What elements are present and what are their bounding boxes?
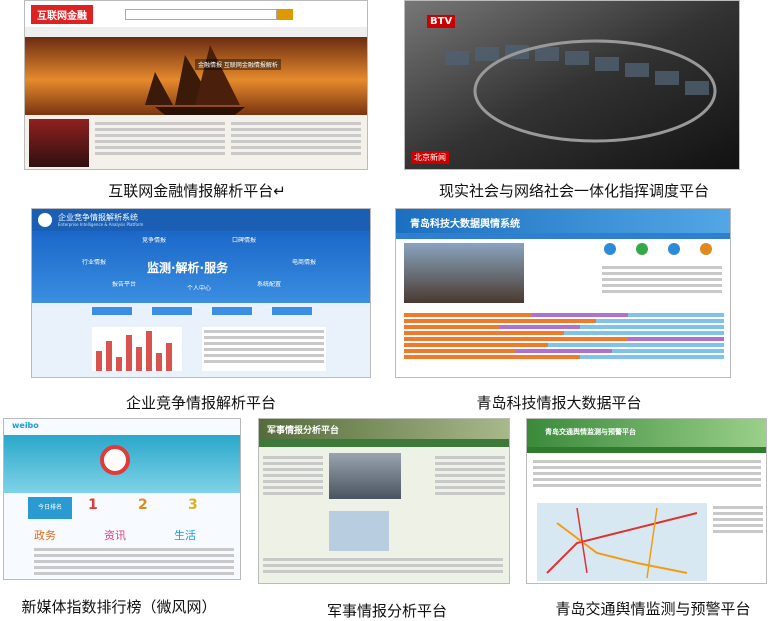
info-list <box>533 457 761 490</box>
card-today[interactable]: 今日排名 <box>28 497 72 519</box>
nav-bar[interactable] <box>259 439 509 447</box>
node-reputation[interactable]: 口碑情报 <box>232 237 256 244</box>
system-header: 青岛交通舆情监测与预警平台 <box>527 419 766 447</box>
search-box[interactable] <box>125 9 277 20</box>
card-rank-3[interactable]: 3 <box>188 497 228 519</box>
caption-internet-finance: 互联网金融情报解析平台↵ <box>108 182 286 200</box>
caption-qingdao-science: 青岛科技情报大数据平台 <box>476 394 642 412</box>
center-text: 监测·解析·服务 <box>147 261 229 275</box>
info-list <box>202 327 326 371</box>
hero-banner <box>4 435 240 493</box>
tab-news[interactable]: 资讯 <box>104 527 126 543</box>
site-logo: 互联网金融 <box>31 5 93 24</box>
news-list-1 <box>95 119 225 158</box>
news-list <box>602 263 722 296</box>
nav-bar[interactable] <box>527 447 766 453</box>
hero-banner: 金融情报 互联网金融情报解析 <box>25 37 367 115</box>
caption-enterprise-intel: 企业竞争情报解析平台 <box>125 394 276 412</box>
panel-internet-finance[interactable]: 互联网金融 金融情报 互联网金融情报解析 <box>24 0 368 170</box>
caption-qingdao-traffic: 青岛交通舆情监测与预警平台 <box>555 600 751 618</box>
map-thumb <box>329 511 389 551</box>
card-rank-1[interactable]: 1 <box>88 497 128 519</box>
news-photo <box>329 453 401 499</box>
rank-cards: 今日排名 1 2 3 <box>28 497 228 523</box>
system-logo-icon <box>38 213 52 227</box>
panel-qingdao-traffic[interactable]: 青岛交通舆情监测与预警平台 <box>526 418 767 584</box>
caption-military-intel: 军事情报分析平台 <box>326 602 447 620</box>
corner-logo: 北京新闻 <box>411 151 449 164</box>
system-title: 青岛科技大数据舆情系统 <box>410 219 520 230</box>
bottom-list <box>263 555 503 576</box>
card-rank-2[interactable]: 2 <box>138 497 178 519</box>
system-title: 军事情报分析平台 <box>267 426 340 436</box>
system-header: 企业竞争情报解析系统 Enterprise Intelligence & Ana… <box>32 209 370 231</box>
system-title: 青岛交通舆情监测与预警平台 <box>545 428 636 436</box>
tab-gov[interactable]: 政务 <box>34 527 56 543</box>
node-report[interactable]: 报告平台 <box>112 281 136 288</box>
rank-list <box>34 545 234 578</box>
ship-illustration <box>145 45 245 115</box>
news-list-2 <box>231 119 361 158</box>
right-list <box>435 453 505 498</box>
quick-icons[interactable] <box>602 243 726 259</box>
category-tabs[interactable]: 政务 资讯 生活 <box>34 527 224 543</box>
left-list <box>263 453 323 498</box>
system-header: 青岛科技大数据舆情系统 <box>396 209 730 233</box>
tab-buttons[interactable] <box>92 307 322 317</box>
news-photo <box>29 119 89 167</box>
panel-new-media[interactable]: weibo 今日排名 1 2 3 政务 资讯 生活 <box>3 418 241 580</box>
system-subtitle: Enterprise Intelligence & Analysis Platf… <box>58 222 144 227</box>
hero-area: 竞争情报 口碑情报 行业情报 电商情报 报告平台 个人中心 系统配置 监测·解析… <box>32 231 370 303</box>
control-room-photo <box>405 1 739 169</box>
system-header: 军事情报分析平台 <box>259 419 509 439</box>
node-competition[interactable]: 竞争情报 <box>142 237 166 244</box>
news-photo <box>404 243 524 303</box>
caption-command-dispatch: 现实社会与网络社会一体化指挥调度平台 <box>438 182 709 200</box>
traffic-map <box>537 503 707 581</box>
nav-bar[interactable] <box>396 233 730 239</box>
gantt-chart <box>404 311 724 375</box>
panel-command-dispatch[interactable]: BTV 北京新闻 <box>404 0 740 170</box>
tv-logo: BTV <box>427 15 456 28</box>
node-settings[interactable]: 系统配置 <box>257 281 281 288</box>
site-header: 互联网金融 <box>25 1 367 28</box>
caption-new-media: 新媒体指数排行榜（微风网） <box>21 598 217 616</box>
node-industry[interactable]: 行业情报 <box>82 259 106 266</box>
bar-chart <box>92 327 182 371</box>
node-personal[interactable]: 个人中心 <box>187 285 211 292</box>
tab-life[interactable]: 生活 <box>174 527 196 543</box>
panel-military-intel[interactable]: 军事情报分析平台 <box>258 418 510 584</box>
panel-enterprise-intel[interactable]: 企业竞争情报解析系统 Enterprise Intelligence & Ana… <box>31 208 371 378</box>
banner-text: 金融情报 互联网金融情报解析 <box>195 59 281 70</box>
nav-bar[interactable] <box>25 27 367 37</box>
search-button[interactable] <box>277 9 293 20</box>
site-logo: weibo <box>12 421 39 430</box>
search-icon <box>100 445 130 475</box>
panel-qingdao-science[interactable]: 青岛科技大数据舆情系统 <box>395 208 731 378</box>
node-ecommerce[interactable]: 电商情报 <box>292 259 316 266</box>
side-list <box>713 503 763 536</box>
